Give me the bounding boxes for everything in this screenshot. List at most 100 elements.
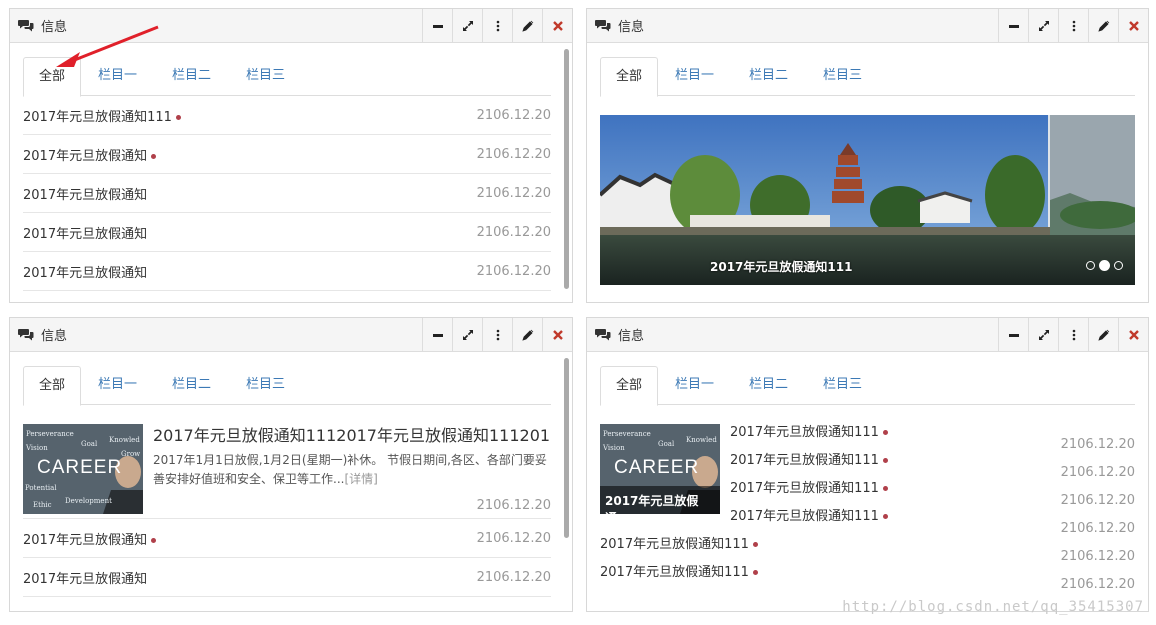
more-button[interactable] [482, 9, 512, 42]
new-dot-icon [882, 514, 888, 519]
list-item[interactable]: 2017年元旦放假通知111 2106.12.20 [23, 96, 551, 135]
edit-button[interactable] [1088, 9, 1118, 42]
list-item[interactable]: 2017年元旦放假通知111 [730, 480, 888, 508]
item-title: 2017年元旦放假通知111 [600, 565, 749, 580]
list-item[interactable]: 2017年元旦放假通知 2106.12.20 [23, 252, 551, 291]
career-word: Ethic [33, 501, 52, 509]
list-item[interactable]: 2017年元旦放假通知 2106.12.20 [23, 174, 551, 213]
more-button[interactable] [1058, 9, 1088, 42]
tab-all[interactable]: 全部 [23, 366, 82, 406]
tab-all[interactable]: 全部 [600, 366, 659, 406]
panel-body: 全部 栏目一 栏目二 栏目三 2017年元旦放假通知111 2106.12.20 … [23, 57, 551, 302]
minimize-button[interactable] [998, 318, 1028, 351]
edit-button[interactable] [512, 9, 542, 42]
item-title: 2017年元旦放假通知111 [600, 537, 749, 552]
career-word: Development [65, 497, 112, 505]
expand-button[interactable] [1028, 9, 1058, 42]
tab-column-1[interactable]: 栏目一 [658, 366, 732, 405]
panel-body: 全部 栏目一 栏目二 栏目三 Perseverance Goal Knowled… [23, 366, 551, 611]
list-item[interactable]: 2017年元旦放假通知 2106.12.20 [23, 135, 551, 174]
list-item[interactable]: 2017年元旦放假通知111 [730, 452, 888, 480]
item-date: 2106.12.20 [476, 146, 551, 162]
annotation-arrow-icon [56, 25, 159, 67]
comments-icon [595, 20, 611, 32]
more-vertical-icon [1072, 329, 1075, 340]
career-thumbnail[interactable]: Perseverance Goal Knowled Vision CAREER … [600, 424, 720, 514]
scrollbar[interactable] [564, 49, 569, 289]
panel-title: 信息 [10, 325, 67, 344]
item-title: 2017年元旦放假通知111 [730, 425, 879, 440]
item-title: 2017年元旦放假通知 [23, 148, 148, 164]
list-item[interactable]: 2017年元旦放假通知 2106.12.20 [23, 558, 551, 597]
close-button[interactable] [542, 318, 572, 351]
list-item[interactable]: 2017年元旦放假通知 2106.12.20 [23, 213, 551, 252]
item-title: 2017年元旦放假通知111 [730, 481, 879, 496]
close-button[interactable] [1118, 318, 1148, 351]
featured-news[interactable]: Perseverance Goal Knowled Vision Grow CA… [23, 405, 551, 519]
close-icon [1128, 20, 1139, 31]
featured-title[interactable]: 2017年元旦放假通知1112017年元旦放假通知111201… [153, 424, 551, 448]
edit-button[interactable] [512, 318, 542, 351]
tab-bar: 全部 栏目一 栏目二 栏目三 [600, 57, 1135, 97]
edit-button[interactable] [1088, 318, 1118, 351]
carousel-dot[interactable] [1114, 261, 1123, 270]
tab-column-3[interactable]: 栏目三 [229, 366, 303, 405]
close-icon [552, 329, 563, 340]
pencil-icon [521, 20, 533, 32]
minimize-button[interactable] [422, 318, 452, 351]
more-vertical-icon [1072, 20, 1075, 31]
carousel-dot-active[interactable] [1099, 260, 1110, 271]
more-button[interactable] [482, 318, 512, 351]
list-item[interactable]: 2017年元旦放假通知111 [600, 536, 758, 564]
bottom-list: 2017年元旦放假通知111 2017年元旦放假通知111 [600, 536, 758, 592]
item-date: 2106.12.20 [1060, 521, 1135, 536]
panel-header: 信息 [587, 9, 1148, 43]
career-thumbnail: Perseverance Goal Knowled Vision Grow CA… [23, 424, 143, 514]
minimize-button[interactable] [998, 9, 1028, 42]
item-title: 2017年元旦放假通知 [23, 265, 148, 281]
tab-column-1[interactable]: 栏目一 [658, 57, 732, 96]
tab-column-2[interactable]: 栏目二 [155, 366, 229, 405]
scrollbar[interactable] [564, 358, 569, 538]
tab-column-2[interactable]: 栏目二 [155, 57, 229, 96]
image-carousel[interactable]: 2017年元旦放假通知111 [600, 115, 1135, 285]
career-word: Potential [25, 484, 57, 492]
new-dot-icon [752, 542, 758, 547]
close-button[interactable] [1118, 9, 1148, 42]
career-word: Perseverance [603, 430, 651, 438]
expand-button[interactable] [452, 9, 482, 42]
tab-column-3[interactable]: 栏目三 [806, 366, 880, 405]
new-dot-icon [175, 114, 181, 120]
tab-column-2[interactable]: 栏目二 [732, 57, 806, 96]
carousel-dot[interactable] [1086, 261, 1095, 270]
panel-body: 全部 栏目一 栏目二 栏目三 2017年元旦放假通知111 [600, 57, 1135, 302]
new-dot-icon [882, 486, 888, 491]
close-button[interactable] [542, 9, 572, 42]
comments-icon [595, 329, 611, 341]
tab-column-3[interactable]: 栏目三 [229, 57, 303, 96]
career-word: Goal [81, 440, 98, 448]
panel-title-text: 信息 [41, 329, 68, 344]
more-button[interactable] [1058, 318, 1088, 351]
minimize-button[interactable] [422, 9, 452, 42]
panel-title-text: 信息 [618, 20, 645, 35]
list-item[interactable]: 2017年元旦放假通知111 [730, 508, 888, 536]
panel-title-text: 信息 [618, 329, 645, 344]
details-link[interactable]: [详情] [344, 472, 377, 486]
item-date: 2106.12.20 [476, 569, 551, 585]
tab-column-1[interactable]: 栏目一 [81, 366, 155, 405]
tab-column-3[interactable]: 栏目三 [806, 57, 880, 96]
tab-all[interactable]: 全部 [600, 57, 659, 97]
expand-button[interactable] [452, 318, 482, 351]
minus-icon [432, 333, 443, 337]
list-item[interactable]: 2017年元旦放假通知111 [600, 564, 758, 592]
info-panel-carousel: 信息 全部 栏目一 栏目二 栏目三 2017年元旦放假通知111 [586, 8, 1149, 303]
tab-column-2[interactable]: 栏目二 [732, 366, 806, 405]
carousel-photo [600, 115, 1135, 285]
expand-button[interactable] [1028, 318, 1058, 351]
list-item[interactable]: 2017年元旦放假通知 2106.12.20 [23, 519, 551, 558]
item-title: 2017年元旦放假通知111 [730, 453, 879, 468]
carousel-indicators [1086, 260, 1123, 271]
career-word-big: CAREER [37, 457, 123, 478]
list-item[interactable]: 2017年元旦放假通知111 [730, 424, 888, 452]
